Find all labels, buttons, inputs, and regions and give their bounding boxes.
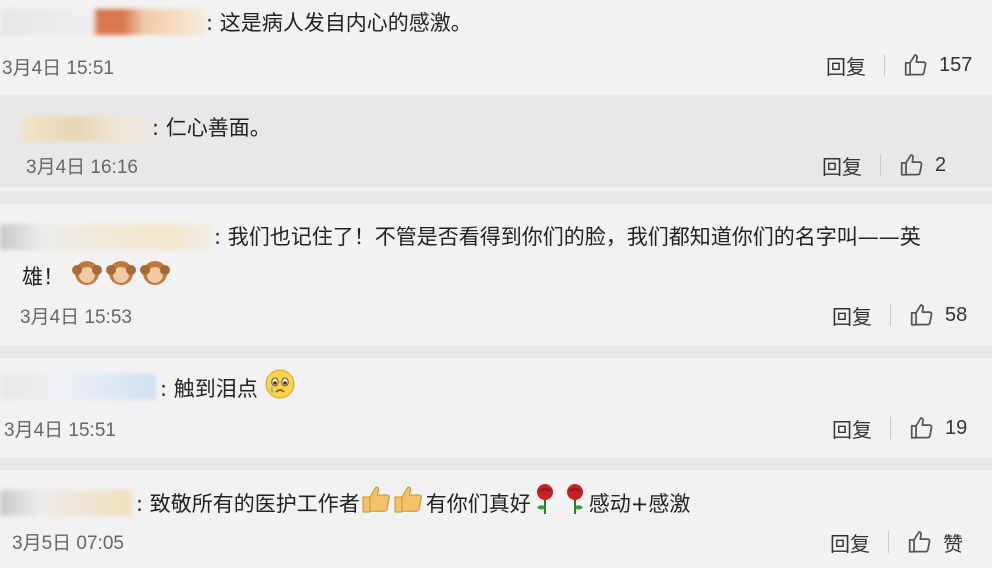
thumbs-up-icon <box>908 531 931 553</box>
like-label: 赞 <box>943 533 963 556</box>
username-blurred[interactable] <box>22 116 160 142</box>
username-blurred[interactable] <box>0 490 132 516</box>
comment-text: : 仁心善面。 <box>152 116 271 140</box>
comment-time: 3月4日 15:51 <box>2 58 114 79</box>
like-count: 19 <box>945 416 968 439</box>
comment-time: 3月5日 07:05 <box>12 533 124 554</box>
comment-actions: 回复 赞 <box>830 527 963 557</box>
comment-text: : 我们也记住了！不管是否看得到你们的脸，我们都知道你们的名字叫——英 <box>214 225 921 249</box>
divider <box>890 417 891 439</box>
sub-comment: : 仁心善面。 3月4日 16:16 回复 2 <box>0 95 992 187</box>
username-blurred[interactable] <box>0 9 205 35</box>
reply-wrapper: : 仁心善面。 3月4日 16:16 回复 2 <box>0 88 992 191</box>
comment-actions: 回复 19 <box>832 413 967 443</box>
reply-button[interactable]: 回复 <box>832 414 872 443</box>
comment-time: 3月4日 15:51 <box>4 420 116 441</box>
like-button[interactable]: 赞 <box>907 528 963 557</box>
comment-card: : 这是病人发自内心的感激。 3月4日 15:51 回复 157 <box>0 0 992 88</box>
comment-card: : 我们也记住了！不管是否看得到你们的脸，我们都知道你们的名字叫——英 雄！ 3… <box>0 204 992 345</box>
comment-time: 3月4日 16:16 <box>26 157 138 178</box>
comment-text: : 致敬所有的医护工作者 有你们真好 感动+感激 <box>136 482 690 528</box>
comment-card: : 触到泪点 3月4日 15:51 回复 19 <box>0 358 992 457</box>
comment-actions: 回复 157 <box>826 50 972 80</box>
comment-time: 3月4日 15:53 <box>20 307 132 328</box>
like-button[interactable]: 2 <box>899 152 946 178</box>
thumbs-up-icon <box>904 54 927 76</box>
crying-face-emoji <box>264 368 296 412</box>
monkey-emoji <box>71 256 175 300</box>
divider <box>880 154 881 176</box>
like-button[interactable]: 157 <box>903 52 972 78</box>
like-count: 157 <box>939 53 973 76</box>
thumbs-up-icon <box>900 154 923 176</box>
thumbs-up-emoji <box>360 483 426 527</box>
divider <box>884 54 885 76</box>
reply-button[interactable]: 回复 <box>826 51 866 80</box>
comment-actions: 回复 58 <box>832 300 967 330</box>
username-blurred[interactable] <box>0 374 156 400</box>
divider <box>888 531 889 553</box>
reply-button[interactable]: 回复 <box>830 528 870 557</box>
like-count: 58 <box>945 303 968 326</box>
rose-emoji <box>531 482 589 528</box>
like-button[interactable]: 19 <box>909 415 967 441</box>
comment-actions: 回复 2 <box>822 150 946 180</box>
like-button[interactable]: 58 <box>909 302 967 328</box>
comment-text: : 这是病人发自内心的感激。 <box>206 11 472 35</box>
divider <box>890 304 891 326</box>
reply-button[interactable]: 回复 <box>822 151 862 180</box>
username-blurred[interactable] <box>0 224 212 250</box>
comment-text-continued: 雄！ <box>22 256 175 300</box>
like-count: 2 <box>935 153 947 176</box>
thumbs-up-icon <box>910 304 933 326</box>
comment-card: : 致敬所有的医护工作者 有你们真好 感动+感激 3月5日 07:05 回复 赞 <box>0 470 992 568</box>
reply-button[interactable]: 回复 <box>832 301 872 330</box>
comment-text: : 触到泪点 <box>160 368 296 412</box>
thumbs-up-icon <box>910 417 933 439</box>
